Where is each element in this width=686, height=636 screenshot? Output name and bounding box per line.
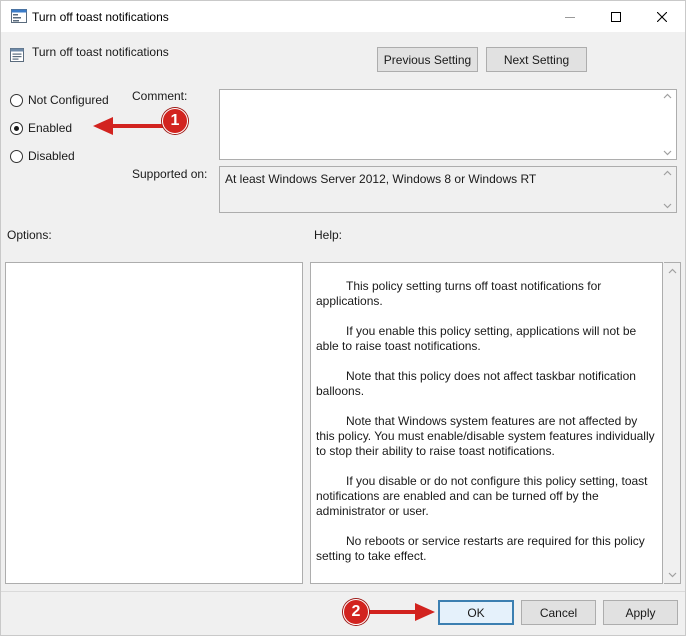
help-scrollbar[interactable]: [664, 262, 681, 584]
scroll-up-icon[interactable]: [668, 268, 677, 274]
comment-label: Comment:: [132, 89, 188, 103]
help-paragraph: If you enable this policy setting, appli…: [316, 324, 637, 353]
radio-label: Disabled: [28, 149, 75, 163]
comment-field[interactable]: [219, 89, 677, 160]
close-icon: [657, 11, 667, 22]
radio-label: Not Configured: [28, 93, 109, 107]
help-paragraph: Note that this policy does not affect ta…: [316, 369, 636, 398]
policy-setting-icon: [10, 48, 24, 62]
callout-arrow-2: [367, 603, 435, 621]
scroll-up-icon[interactable]: [663, 170, 672, 176]
scroll-down-icon[interactable]: [668, 572, 677, 578]
callout-badge-1: 1: [162, 108, 188, 134]
maximize-icon: [611, 11, 621, 22]
policy-dialog: Turn off toast notifications Turn off to…: [0, 0, 686, 636]
policy-app-icon: [11, 9, 27, 23]
next-setting-button[interactable]: Next Setting: [486, 47, 587, 72]
comment-scrollbar[interactable]: [659, 90, 676, 159]
supported-on-value: At least Windows Server 2012, Windows 8 …: [225, 172, 537, 186]
help-paragraph: This policy setting turns off toast noti…: [316, 279, 602, 308]
minimize-icon: [565, 16, 575, 18]
radio-circle[interactable]: [10, 93, 23, 107]
options-label: Options:: [7, 228, 52, 242]
window-title: Turn off toast notifications: [32, 10, 169, 24]
title-bar: Turn off toast notifications: [1, 1, 685, 32]
supported-scrollbar[interactable]: [659, 167, 676, 212]
radio-circle[interactable]: [10, 149, 23, 163]
radio-enabled[interactable]: Enabled: [10, 121, 72, 135]
radio-circle[interactable]: [10, 121, 23, 135]
help-paragraph: Note that Windows system features are no…: [316, 414, 655, 458]
minimize-button[interactable]: [547, 1, 593, 32]
ok-button[interactable]: OK: [438, 600, 514, 625]
options-panel: [5, 262, 303, 584]
scroll-up-icon[interactable]: [663, 93, 672, 99]
help-paragraph: No reboots or service restarts are requi…: [316, 534, 645, 563]
supported-on-field: At least Windows Server 2012, Windows 8 …: [219, 166, 677, 213]
callout-badge-2: 2: [343, 599, 369, 625]
help-paragraph: If you disable or do not configure this …: [316, 474, 648, 518]
radio-disabled[interactable]: Disabled: [10, 149, 75, 163]
help-label: Help:: [314, 228, 343, 242]
radio-label: Enabled: [28, 121, 73, 135]
scroll-down-icon[interactable]: [663, 150, 672, 156]
help-text: This policy setting turns off toast noti…: [316, 279, 656, 579]
apply-button[interactable]: Apply: [603, 600, 678, 625]
footer-divider: [1, 591, 685, 592]
scroll-down-icon[interactable]: [663, 203, 672, 209]
maximize-button[interactable]: [593, 1, 639, 32]
cancel-button[interactable]: Cancel: [521, 600, 596, 625]
close-button[interactable]: [639, 1, 685, 32]
supported-on-label: Supported on:: [132, 167, 208, 181]
radio-not-configured[interactable]: Not Configured: [10, 93, 109, 107]
help-panel: This policy setting turns off toast noti…: [310, 262, 663, 584]
setting-title: Turn off toast notifications: [32, 45, 169, 59]
previous-setting-button[interactable]: Previous Setting: [377, 47, 478, 72]
callout-arrow-1: [93, 117, 171, 135]
